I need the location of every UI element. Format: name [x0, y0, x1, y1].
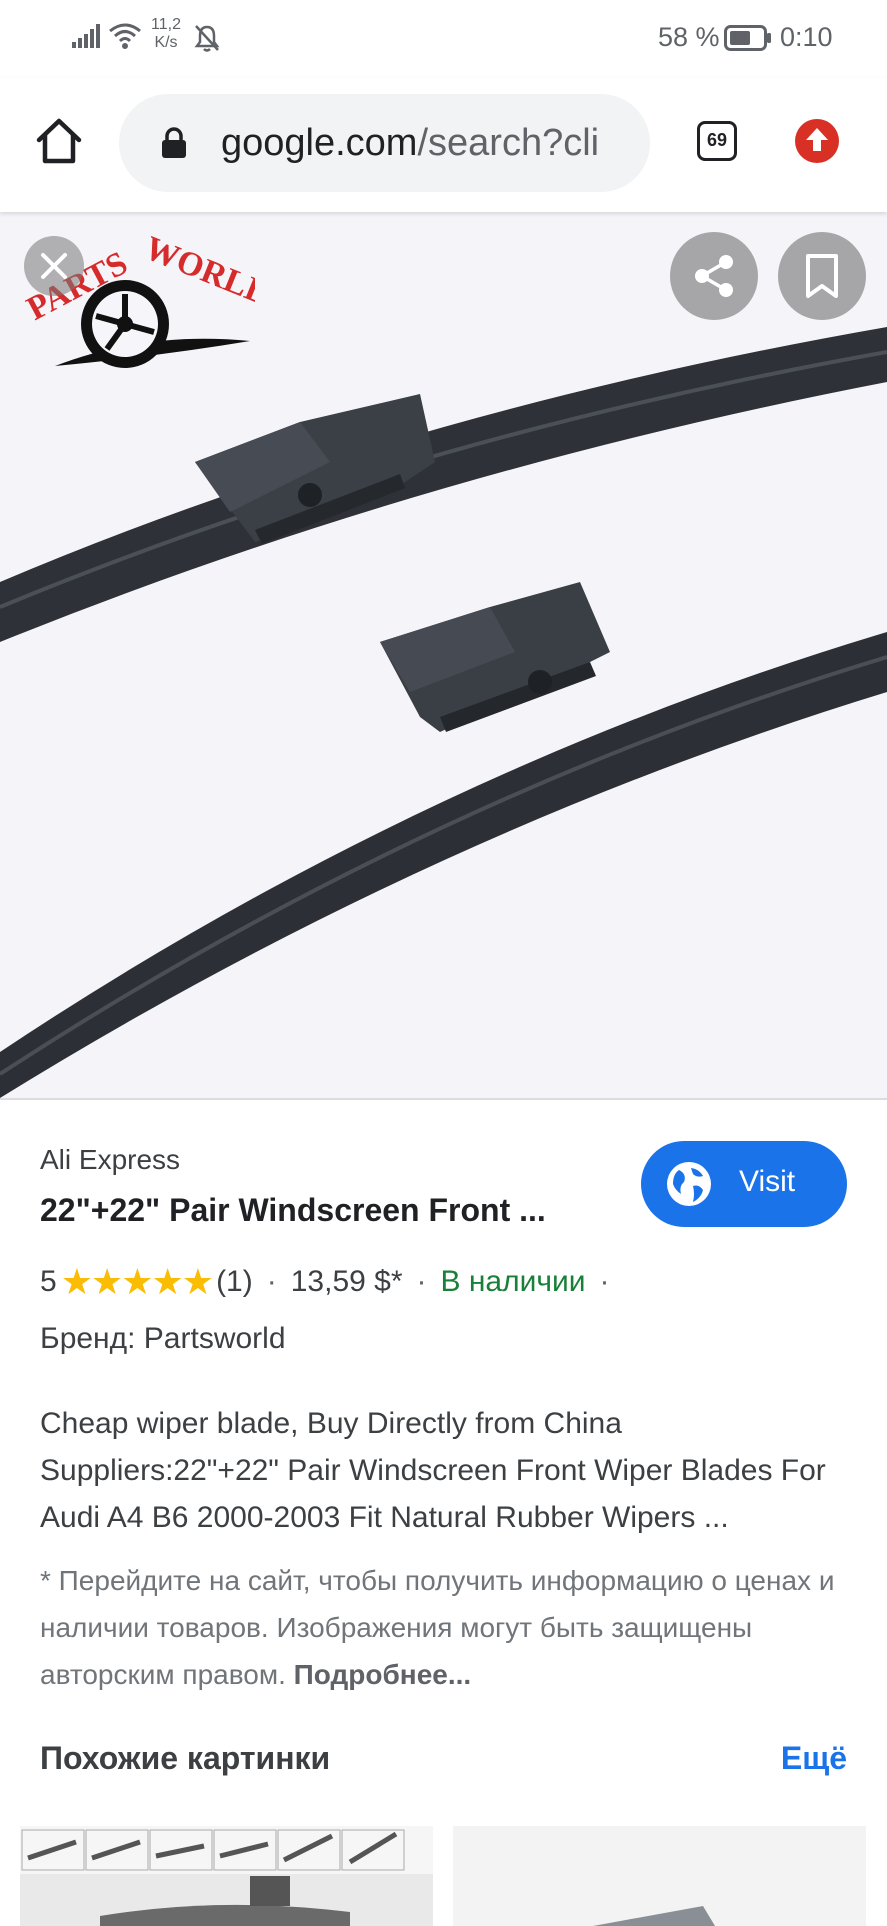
- status-bar: 11,2 K/s 58 % 0:10: [0, 0, 887, 78]
- address-bar[interactable]: google.com/search?cli: [119, 94, 650, 192]
- similar-images-title: Похожие картинки: [40, 1740, 331, 1776]
- share-button[interactable]: [670, 232, 758, 320]
- lock-icon: [162, 127, 186, 158]
- url-path: /search?cli: [417, 122, 600, 164]
- more-info-link[interactable]: Подробнее...: [294, 1659, 472, 1690]
- thumbnail-graphic: [20, 1826, 433, 1926]
- source-site[interactable]: Ali Express: [40, 1144, 180, 1176]
- tab-switcher-button[interactable]: 69: [697, 121, 737, 161]
- rating-value: 5: [40, 1265, 57, 1298]
- thumbnail-graphic: [593, 1906, 715, 1926]
- signal-icon: [72, 24, 100, 48]
- similar-image-thumbnail[interactable]: [20, 1826, 433, 1926]
- url-domain: google.com: [221, 122, 418, 164]
- star-rating-icon: ★★★★★: [60, 1261, 214, 1302]
- url-text: google.com/search?cli: [221, 121, 626, 165]
- rating-row: 5 ★★★★★ (1) · 13,59 $* · В наличии ·: [40, 1261, 624, 1302]
- separator-dot: ·: [599, 1265, 610, 1298]
- close-icon: [41, 253, 67, 279]
- share-icon: [695, 255, 733, 297]
- wifi-icon: [109, 23, 141, 49]
- separator-dot: ·: [416, 1265, 427, 1298]
- update-button[interactable]: [795, 119, 839, 163]
- rating-count: (1): [216, 1265, 253, 1298]
- close-button[interactable]: [24, 236, 84, 296]
- visit-label: Visit: [739, 1165, 796, 1198]
- stock-status: В наличии: [440, 1265, 586, 1298]
- separator-dot: ·: [266, 1265, 277, 1298]
- product-image[interactable]: PARTS WORLD: [0, 212, 887, 1098]
- globe-icon: [667, 1162, 711, 1206]
- update-icon: [806, 128, 828, 151]
- bell-muted-icon: [194, 25, 220, 52]
- battery-icon: [724, 25, 771, 51]
- bookmark-icon: [806, 254, 838, 298]
- clock: 0:10: [780, 22, 833, 52]
- battery-percent: 58 %: [658, 22, 720, 52]
- network-speed: 11,2 K/s: [151, 16, 181, 51]
- divider: [0, 1098, 887, 1100]
- visit-button[interactable]: Visit: [641, 1141, 847, 1227]
- bookmark-button[interactable]: [778, 232, 866, 320]
- product-description: Cheap wiper blade, Buy Directly from Chi…: [40, 1407, 826, 1534]
- product-title[interactable]: 22"+22" Pair Windscreen Front ...: [40, 1192, 600, 1229]
- home-icon[interactable]: [34, 116, 84, 166]
- similar-more-link[interactable]: Ещё: [781, 1740, 847, 1777]
- similar-image-thumbnail[interactable]: [453, 1826, 866, 1926]
- tab-count: 69: [706, 130, 728, 150]
- brand: Бренд: Partsworld: [40, 1322, 286, 1355]
- copyright-note: * Перейдите на сайт, чтобы получить инфо…: [40, 1557, 840, 1698]
- price: 13,59 $*: [290, 1265, 403, 1298]
- browser-toolbar: google.com/search?cli 69: [0, 78, 887, 212]
